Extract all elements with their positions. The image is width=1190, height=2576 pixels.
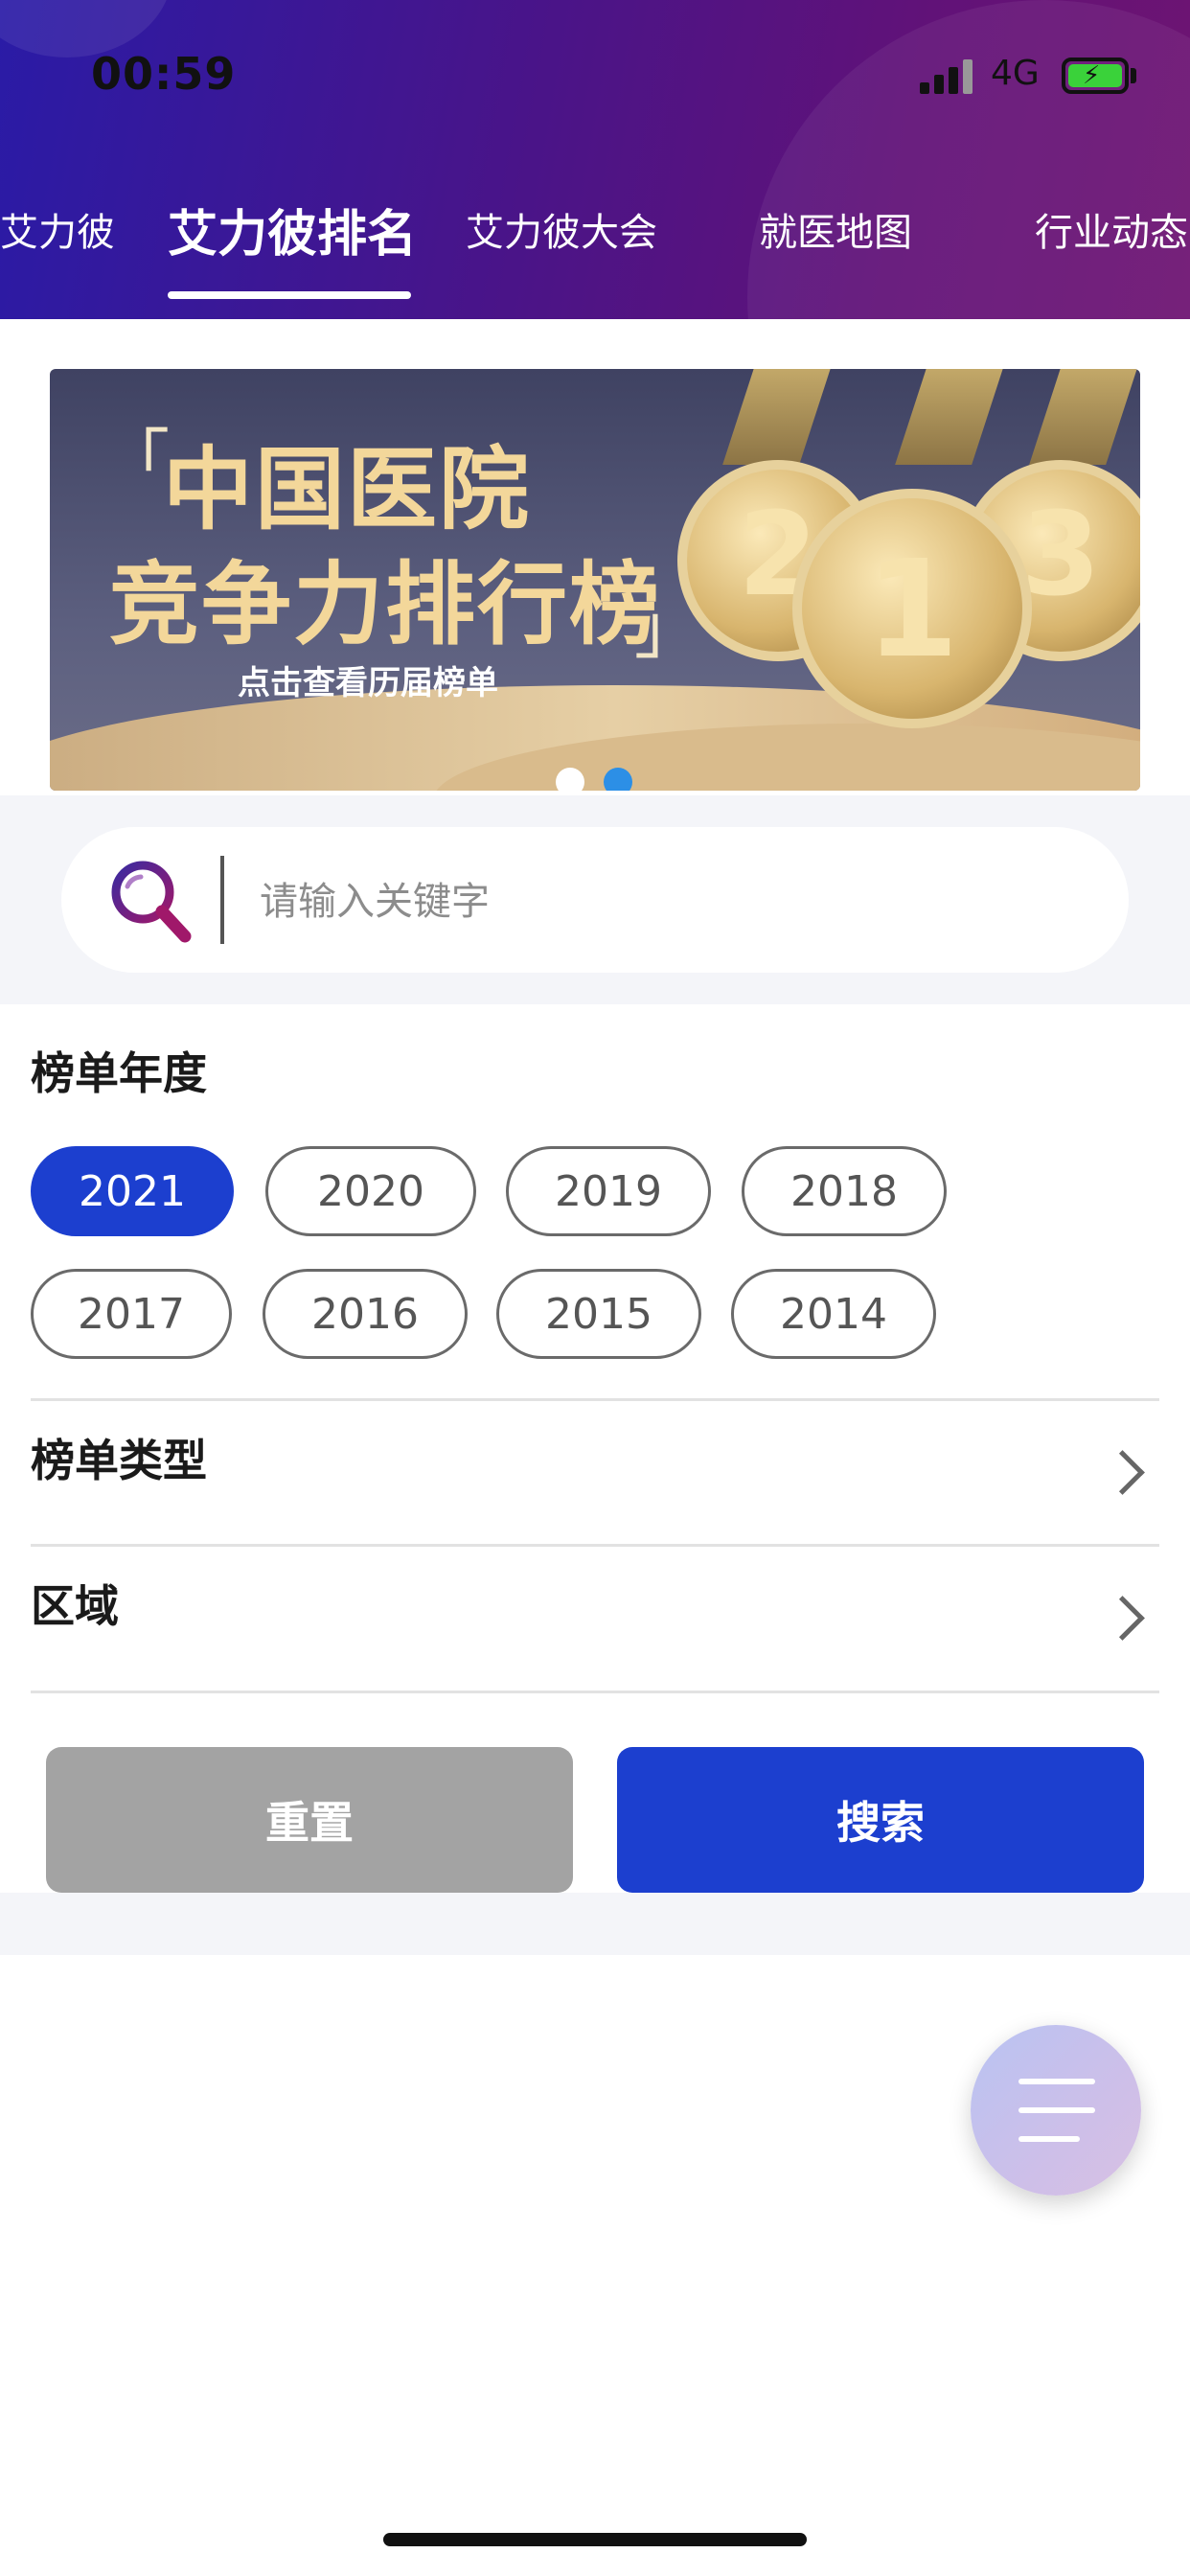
tab-elibe[interactable]: 艾力彼 — [0, 201, 115, 257]
region-row[interactable]: 区域 — [31, 1547, 1159, 1690]
tab-elibe-ranking[interactable]: 艾力彼排名 — [168, 194, 417, 265]
header-bar: 00:59 4G ⚡ 艾力彼 艾力彼排名 艾力彼大会 就医地图 行业动态 — [0, 0, 1190, 319]
battery-tip — [1131, 68, 1136, 83]
medal-ribbon — [722, 369, 834, 465]
status-time: 00:59 — [91, 48, 237, 100]
year-option-2014[interactable]: 2014 — [731, 1269, 936, 1359]
active-tab-indicator — [168, 291, 411, 299]
search-bar[interactable] — [61, 827, 1129, 973]
year-option-2019[interactable]: 2019 — [506, 1146, 711, 1236]
year-option-2016[interactable]: 2016 — [263, 1269, 468, 1359]
medal-ribbon — [1029, 369, 1140, 465]
search-input[interactable] — [258, 867, 1086, 936]
chevron-right-icon — [1100, 1596, 1145, 1641]
menu-icon — [1018, 2079, 1095, 2084]
home-indicator — [383, 2533, 807, 2546]
carousel-dot-active[interactable] — [604, 768, 632, 791]
year-option-2020[interactable]: 2020 — [265, 1146, 476, 1236]
tab-industry-news[interactable]: 行业动态 — [1035, 201, 1188, 257]
year-section-title: 榜单年度 — [31, 1047, 207, 1099]
search-section — [0, 795, 1190, 1004]
search-button[interactable]: 搜索 — [617, 1747, 1144, 1893]
search-icon — [111, 861, 192, 943]
banner-bracket: 「 — [103, 422, 170, 500]
battery-icon: ⚡ — [1062, 58, 1129, 94]
list-type-label: 榜单类型 — [31, 1435, 207, 1486]
list-type-row[interactable]: 榜单类型 — [31, 1401, 1159, 1545]
section-separator — [0, 1893, 1190, 1955]
tab-hospital-map[interactable]: 就医地图 — [759, 201, 912, 257]
banner-subtitle: 点击查看历届榜单 — [238, 664, 498, 702]
chevron-right-icon — [1100, 1450, 1145, 1495]
medal-ribbon — [895, 369, 1006, 465]
banner-title: 竞争力排行榜 — [109, 553, 662, 657]
carousel-dot[interactable] — [556, 768, 584, 791]
year-option-2015[interactable]: 2015 — [496, 1269, 701, 1359]
search-divider — [220, 856, 224, 944]
year-option-2021[interactable]: 2021 — [31, 1146, 234, 1236]
banner-title: 中国医院 — [163, 438, 532, 542]
medal-icon: 1 — [792, 489, 1032, 728]
year-option-2017[interactable]: 2017 — [31, 1269, 232, 1359]
menu-fab-button[interactable] — [971, 2025, 1141, 2196]
reset-button[interactable]: 重置 — [46, 1747, 573, 1893]
region-label: 区域 — [31, 1580, 119, 1632]
divider — [31, 1690, 1159, 1693]
ranking-banner[interactable]: 「 」 中国医院 竞争力排行榜 点击查看历届榜单 2 3 1 — [50, 369, 1140, 791]
year-option-2018[interactable]: 2018 — [742, 1146, 947, 1236]
network-label: 4G — [991, 54, 1040, 93]
banner-section: 「 」 中国医院 竞争力排行榜 点击查看历届榜单 2 3 1 — [0, 319, 1190, 795]
tab-elibe-conference[interactable]: 艾力彼大会 — [466, 201, 657, 257]
signal-icon — [920, 59, 975, 94]
